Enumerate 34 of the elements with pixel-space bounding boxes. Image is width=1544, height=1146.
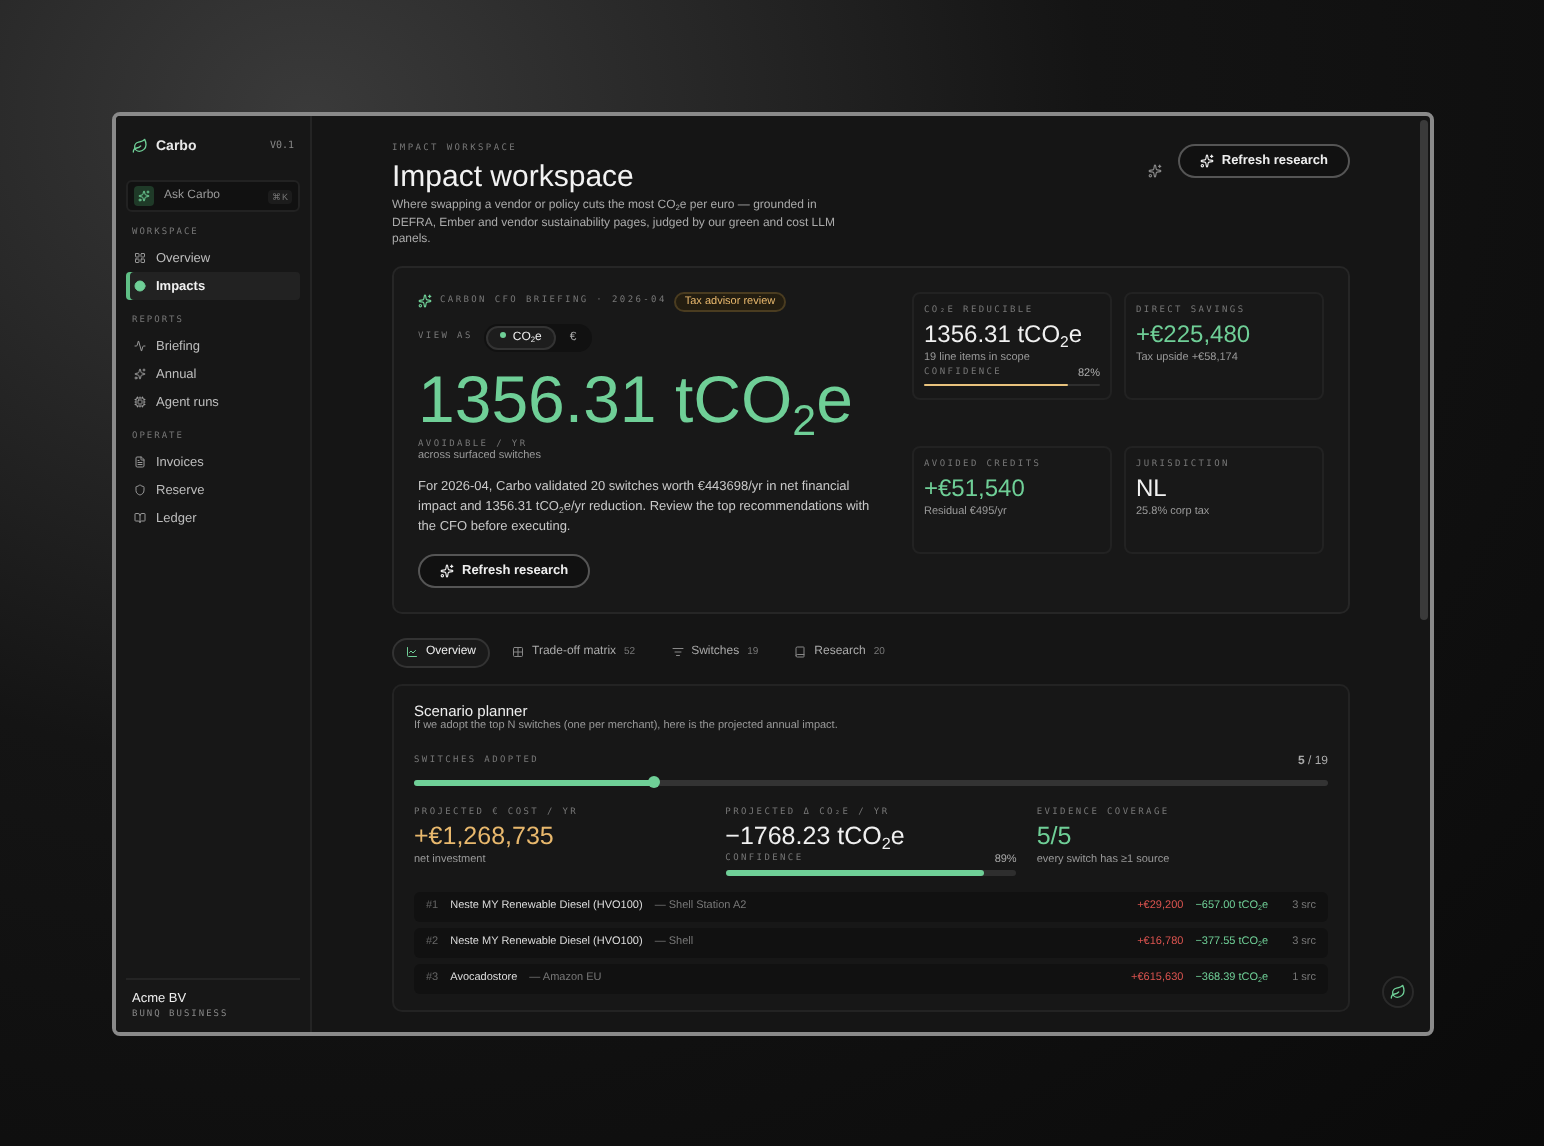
nav-icon bbox=[134, 456, 146, 468]
selected-dot bbox=[500, 332, 507, 339]
nav-icon bbox=[134, 252, 146, 264]
slider-thumb[interactable] bbox=[648, 776, 661, 788]
tab-icon bbox=[794, 646, 807, 658]
sparkle-icon bbox=[440, 563, 454, 577]
tab-icon bbox=[406, 646, 418, 658]
headline-value: 1356.31 tCO$_{2}$e bbox=[418, 359, 855, 439]
nav-icon bbox=[134, 340, 146, 352]
leaf-icon bbox=[132, 138, 148, 154]
sparkle-icon[interactable] bbox=[1147, 164, 1162, 178]
nav-icon bbox=[134, 368, 146, 380]
stat-value: 1356.31 tCO$_{2}$e bbox=[924, 319, 1085, 347]
metric-value: −1768.23 tCO$_{2}$e bbox=[725, 821, 907, 849]
sparkle-icon bbox=[134, 186, 154, 206]
nav-icon bbox=[134, 484, 146, 496]
stat-value: NL bbox=[1136, 473, 1169, 501]
tab-icon bbox=[512, 646, 525, 658]
stat-value: +€225,480 bbox=[1136, 319, 1253, 347]
nav-icon bbox=[134, 280, 146, 292]
page-title: Impact workspace bbox=[392, 160, 636, 194]
sparkle-icon bbox=[418, 294, 432, 308]
slider-track[interactable] bbox=[414, 779, 1328, 785]
metric-value: 5/5 bbox=[1036, 821, 1074, 849]
slider-fill[interactable] bbox=[414, 779, 655, 785]
nav-icon bbox=[134, 512, 146, 524]
stat-value: +€51,540 bbox=[924, 473, 1027, 501]
metric-value: +€1,268,735 bbox=[414, 821, 556, 849]
tab-icon bbox=[671, 646, 684, 658]
assistant-button[interactable] bbox=[1382, 976, 1414, 1008]
scrollbar[interactable] bbox=[1420, 120, 1428, 620]
sparkle-icon bbox=[1199, 154, 1214, 168]
nav-icon bbox=[134, 396, 146, 408]
leaf-icon bbox=[1390, 984, 1406, 1000]
